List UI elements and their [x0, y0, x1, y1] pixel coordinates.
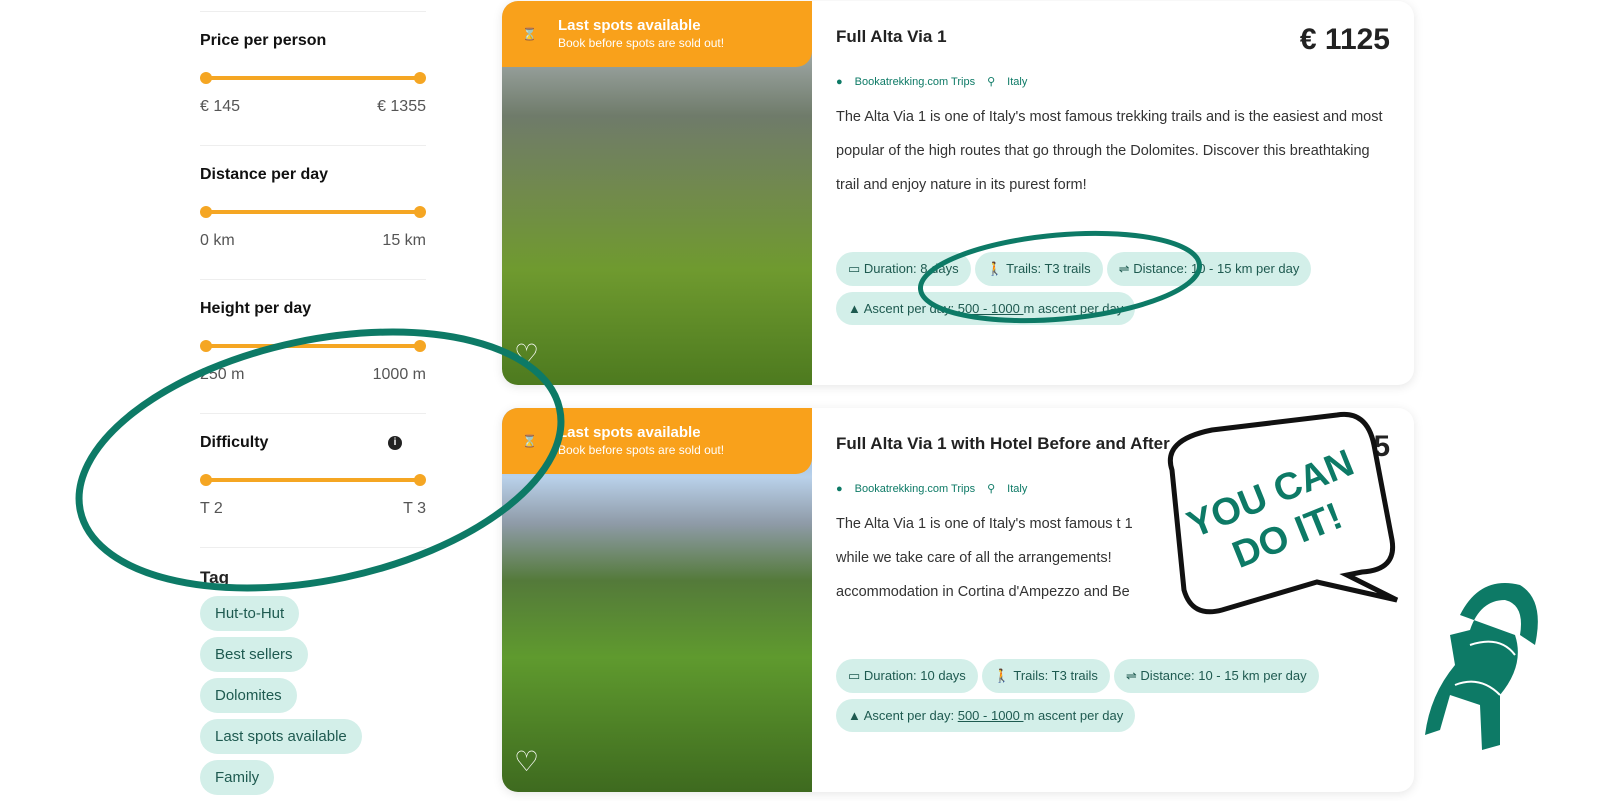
distance-chip: ⇌ Distance: 10 - 15 km per day	[1113, 659, 1319, 693]
filter-title: Height per day	[200, 300, 312, 317]
tag-title: Tag	[200, 568, 229, 587]
country: Italy	[1007, 76, 1028, 88]
distance-chip: ⇌ Distance: 10 - 15 km per day	[1106, 252, 1312, 286]
ibex-logo	[1425, 583, 1538, 750]
duration-chip: ▭ Duration: 10 days	[836, 659, 978, 693]
trip-description: The Alta Via 1 is one of Italy's most fa…	[836, 516, 1133, 600]
filter-distance: Distance per day 0 km 15 km	[200, 145, 426, 279]
filter-difficulty: Difficulty i T 2 T 3	[200, 413, 426, 547]
hourglass-icon: ⌛	[522, 27, 537, 41]
filter-title: Distance per day	[200, 166, 329, 183]
badge-title: Last spots available	[558, 17, 701, 34]
badge-title: Last spots available	[558, 424, 701, 441]
trip-card[interactable]: ⌛ Last spots available Book before spots a…	[502, 1, 1414, 385]
location-pin-icon: ⚲	[987, 76, 996, 88]
slider-min-handle[interactable]	[200, 72, 212, 84]
ascent-chip: ▲ Ascent per day: 500 - 1000 m ascent pe…	[836, 699, 1136, 732]
min-value: € 145	[200, 98, 241, 115]
min-value: T 2	[200, 500, 223, 517]
speech-bubble: YOU CAN DO IT!	[1168, 411, 1399, 615]
filter-title: Price per person	[200, 32, 327, 49]
filter-price: Price per person € 145 € 1355	[200, 11, 426, 145]
leaf-icon: ●	[836, 483, 843, 495]
tag-chip[interactable]: Best sellers	[200, 637, 308, 672]
filter-sidebar: Price per person € 145 € 1355 Distance pe…	[200, 0, 426, 801]
duration-chip: ▭ Duration: 8 days	[836, 252, 971, 286]
slider-max-handle[interactable]	[414, 474, 426, 486]
height-slider[interactable]	[200, 340, 426, 352]
heart-icon[interactable]: ♡	[514, 745, 539, 778]
min-value: 0 km	[200, 232, 235, 249]
trails-chip: 🚶 Trails: T3 trails	[981, 659, 1110, 693]
trails-chip: 🚶 Trails: T3 trails	[974, 252, 1103, 286]
tag-chip[interactable]: Last spots available	[200, 719, 362, 754]
last-spots-badge: ⌛ Last spots available Book before spots a…	[502, 408, 812, 474]
max-value: 1000 m	[372, 366, 426, 383]
heart-icon[interactable]: ♡	[514, 338, 539, 371]
info-icon[interactable]: i	[388, 436, 402, 450]
tag-chip[interactable]: Family	[200, 760, 275, 795]
min-value: 250 m	[200, 366, 245, 383]
country: Italy	[1007, 483, 1028, 495]
distance-slider[interactable]	[200, 206, 426, 218]
ascent-chip: ▲ Ascent per day: 500 - 1000 m ascent pe…	[836, 292, 1136, 325]
operator: Bookatrekking.com Trips	[854, 76, 976, 88]
price-slider[interactable]	[200, 72, 426, 84]
max-value: 15 km	[382, 232, 426, 249]
badge-subtitle: Book before spots are sold out!	[558, 36, 725, 50]
hourglass-icon: ⌛	[522, 434, 537, 448]
trip-description: The Alta Via 1 is one of Italy's most fa…	[836, 109, 1383, 193]
slider-min-handle[interactable]	[200, 474, 212, 486]
tag-filter: Tag Hut-to-Hut Best sellers Dolomites La…	[200, 547, 426, 801]
slider-min-handle[interactable]	[200, 206, 212, 218]
tag-chip[interactable]: Dolomites	[200, 678, 297, 713]
last-spots-badge: ⌛ Last spots available Book before spots a…	[502, 1, 812, 67]
filter-title: Difficulty	[200, 434, 269, 451]
max-value: € 1355	[377, 98, 426, 115]
max-value: T 3	[403, 500, 426, 517]
slider-max-handle[interactable]	[414, 72, 426, 84]
slider-max-handle[interactable]	[414, 206, 426, 218]
operator: Bookatrekking.com Trips	[854, 483, 976, 495]
slider-min-handle[interactable]	[200, 340, 212, 352]
badge-subtitle: Book before spots are sold out!	[558, 443, 725, 457]
leaf-icon: ●	[836, 76, 843, 88]
slider-max-handle[interactable]	[414, 340, 426, 352]
filter-height: Height per day 250 m 1000 m	[200, 279, 426, 413]
tag-chip[interactable]: Hut-to-Hut	[200, 596, 300, 631]
difficulty-slider[interactable]	[200, 474, 426, 486]
trip-price: € 1125	[1299, 23, 1390, 56]
location-pin-icon: ⚲	[987, 483, 996, 495]
